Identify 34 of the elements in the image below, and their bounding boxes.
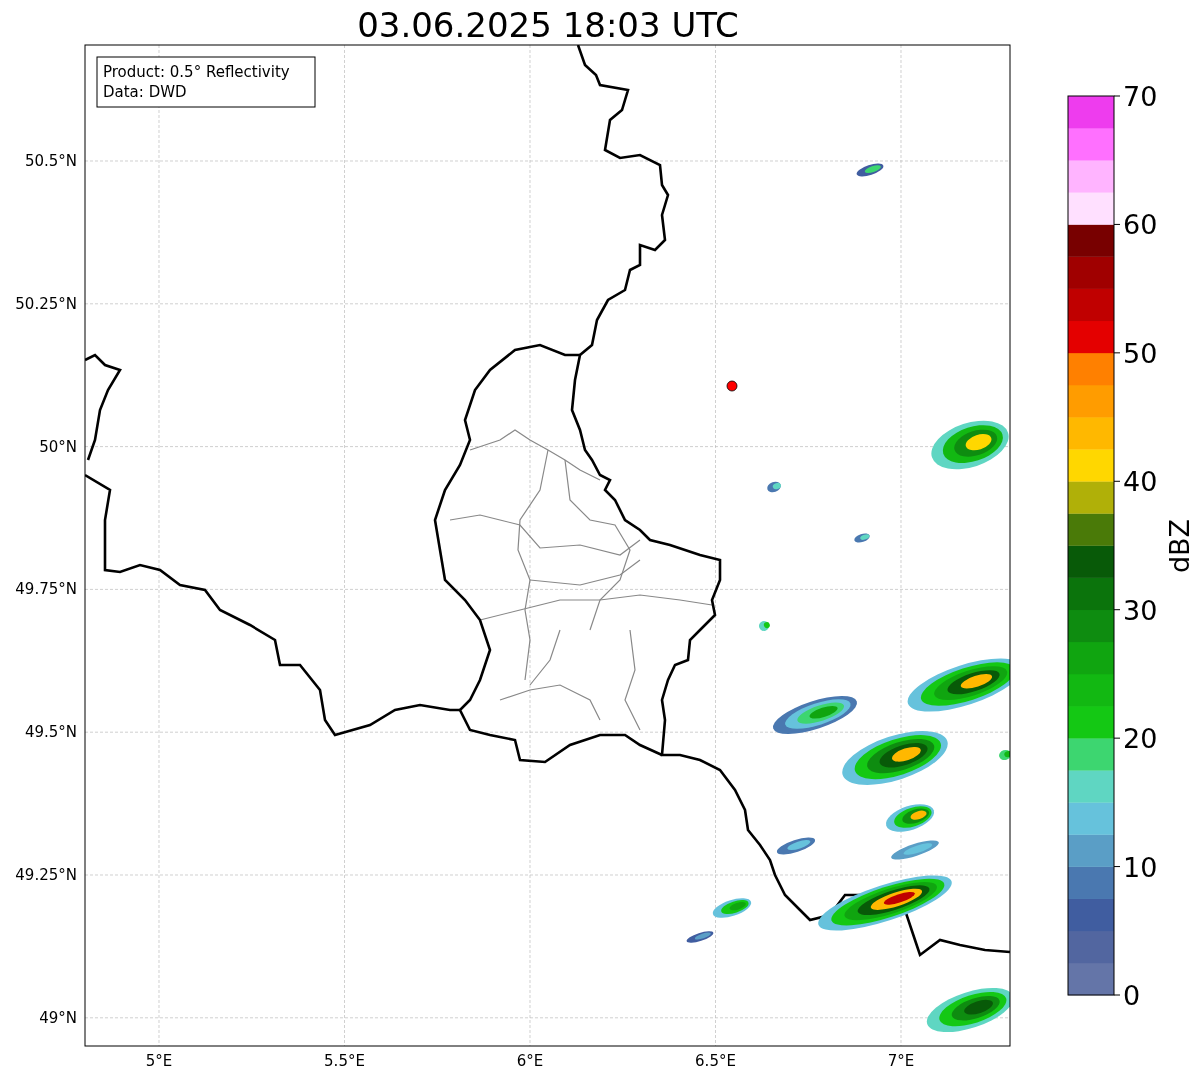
latitude-label: 49°N [39,1008,77,1027]
figure-title: 03.06.2025 18:03 UTC [357,5,739,45]
colorbar-tick-label: 10 [1123,851,1158,883]
radar-echo [767,481,781,493]
radar-echo [686,931,714,943]
latitude-label: 50.25°N [15,294,77,313]
radar-echo [712,898,752,918]
radar-echo [776,837,816,855]
radar-echo [891,840,939,860]
longitude-label: 5.5°E [324,1052,365,1070]
radar-echo [885,804,935,832]
latitude-label: 49.5°N [24,723,77,742]
radar-echo [999,749,1010,761]
latitude-label: 50°N [39,437,77,456]
colorbar-tick-label: 20 [1123,723,1158,755]
info-text: Data: DWD [103,83,187,101]
longitude-label: 5°E [145,1052,173,1070]
colorbar-tick-label: 60 [1123,209,1158,241]
latitude-label: 49.25°N [15,866,77,884]
radar-echo [856,163,884,177]
latitude-label: 50.5°N [24,152,77,170]
colorbar-label: dBZ [1164,518,1195,574]
latitude-label: 49.75°N [15,580,77,599]
colorbar-tick-label: 70 [1123,81,1158,112]
longitude-label: 6°E [516,1052,544,1070]
info-text: Product: 0.5° Reflectivity [103,63,290,81]
colorbar-tick-label: 30 [1123,594,1158,626]
radar-echo [854,533,870,543]
radar-echo [759,621,770,631]
colorbar-tick-label: 50 [1123,337,1158,369]
colorbar-tick-label: 40 [1123,466,1158,498]
colorbar-tick-label: 0 [1123,980,1141,1011]
longitude-label: 7°E [887,1052,915,1070]
longitude-label: 6.5°E [695,1052,736,1070]
